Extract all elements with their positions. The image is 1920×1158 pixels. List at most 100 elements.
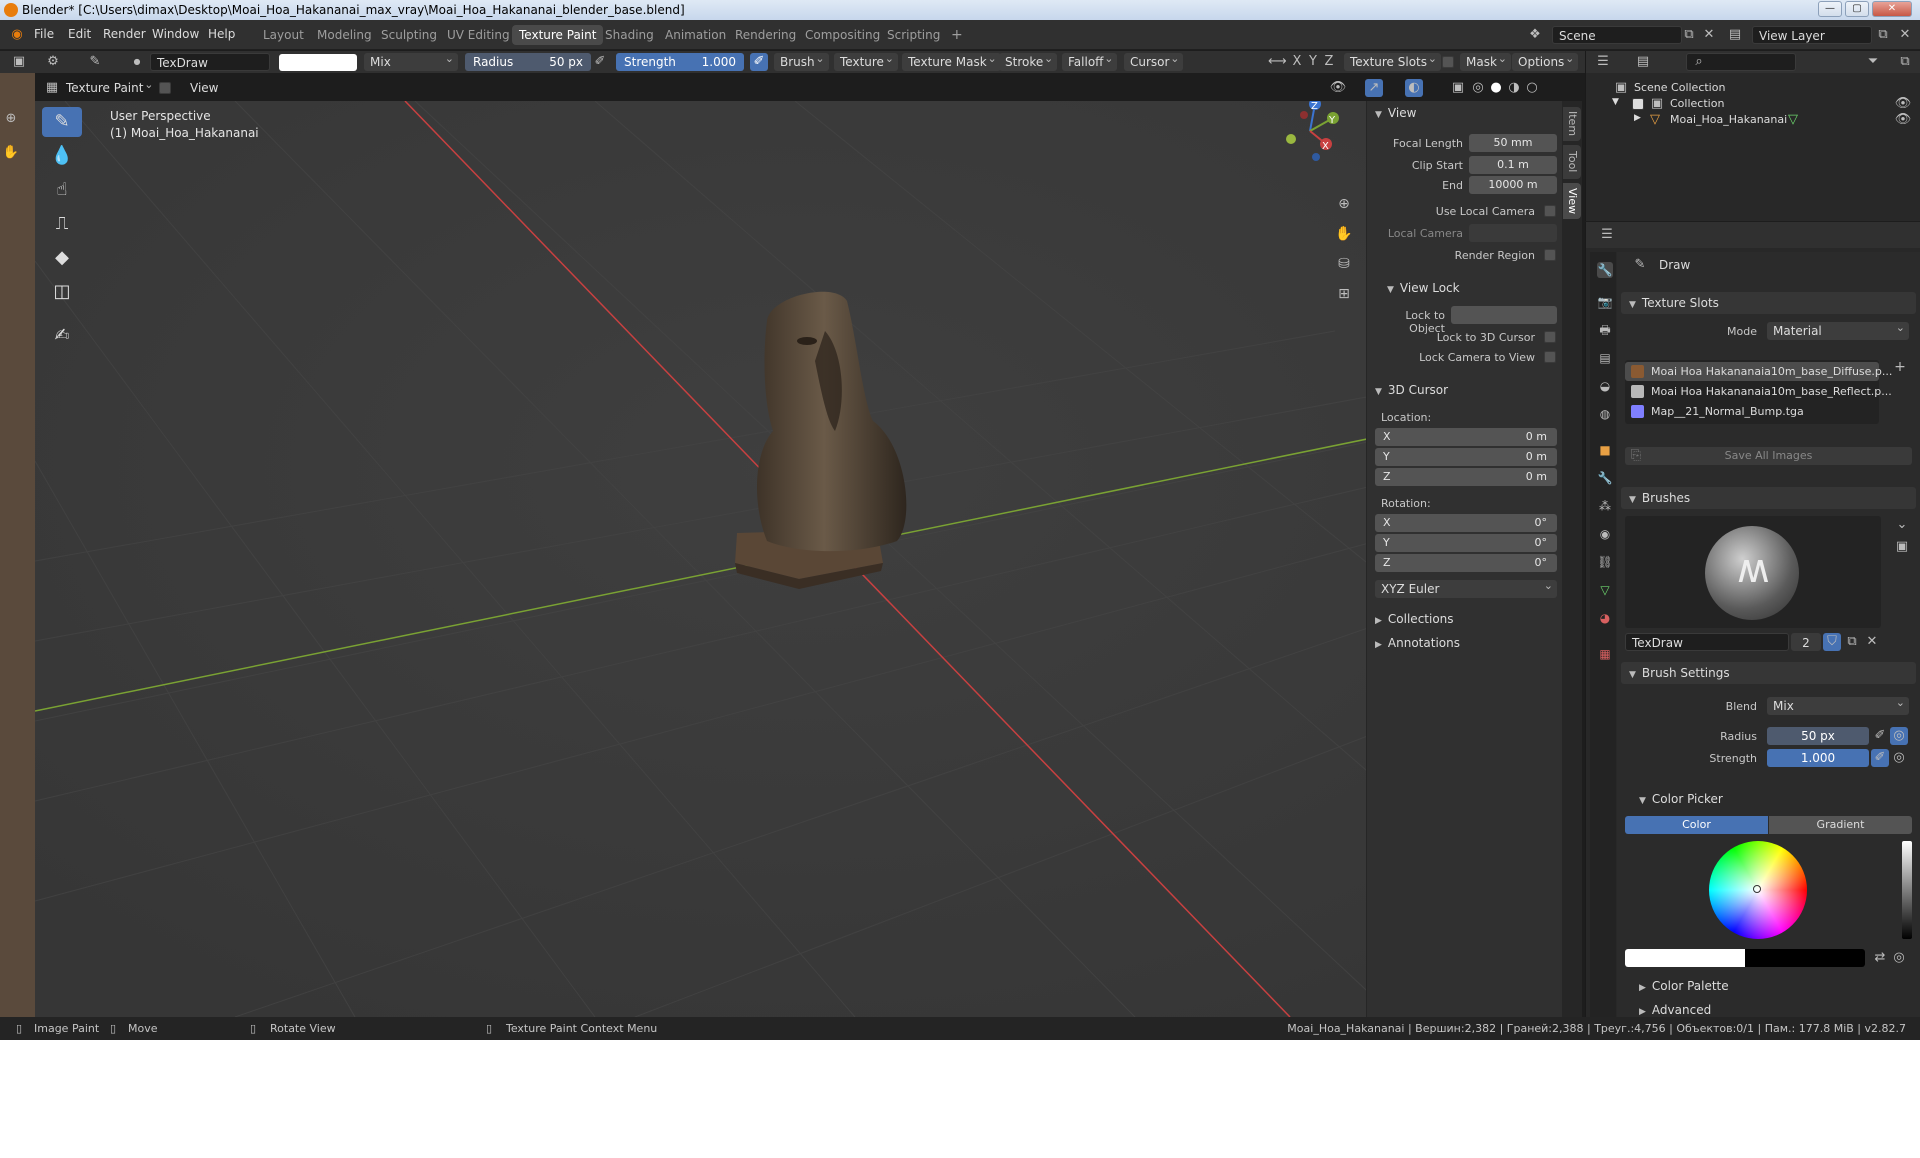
brush-radius-unified-icon[interactable]: ◎ — [1890, 727, 1908, 745]
tab-tool[interactable]: Tool — [1563, 145, 1581, 179]
clip-end-field[interactable]: 10000 m — [1469, 176, 1557, 194]
world-tab-icon[interactable]: ◍ — [1597, 406, 1613, 422]
3d-cursor-section-header[interactable]: ▼ 3D Cursor — [1375, 383, 1448, 397]
menu-brush[interactable]: Brush — [774, 50, 829, 71]
brush-users-count[interactable]: 2 — [1791, 633, 1821, 651]
unlink-brush-icon[interactable]: ✕ — [1863, 633, 1881, 651]
texture-slot-1-name[interactable]: Moai Hoa Hakananaia10m_base_Reflect.p... — [1651, 385, 1892, 398]
duplicate-brush-icon[interactable]: ⧉ — [1843, 633, 1861, 651]
view-menu[interactable]: View — [190, 81, 218, 95]
use-local-camera-checkbox[interactable] — [1544, 205, 1556, 217]
texture-tab-icon[interactable]: ▦ — [1597, 646, 1613, 662]
close-window-button[interactable]: ✕ — [1872, 1, 1912, 17]
menu-falloff[interactable]: Falloff — [1062, 50, 1118, 71]
cursor-rotation-y[interactable]: Y 0° — [1375, 534, 1557, 552]
tab-rendering[interactable]: Rendering — [728, 25, 803, 45]
tab-scripting[interactable]: Scripting — [880, 25, 947, 45]
texture-slots-section-header[interactable]: ▼ Texture Slots — [1621, 292, 1916, 314]
options-dropdown[interactable]: Options — [1512, 50, 1579, 71]
view-layer-tab-icon[interactable]: ▤ — [1597, 350, 1613, 366]
color-unified-icon[interactable]: ◎ — [1890, 949, 1908, 967]
swap-colors-icon[interactable]: ⇄ — [1871, 949, 1889, 967]
delete-scene-icon[interactable]: ✕ — [1700, 26, 1718, 44]
brush-strength-unified-icon[interactable]: ◎ — [1890, 749, 1908, 767]
cursor-location-z[interactable]: Z0 m — [1375, 468, 1557, 486]
clone-tool-icon[interactable]: ⎍ — [42, 209, 82, 239]
outliner-object[interactable]: Moai_Hoa_Hakananai — [1670, 113, 1787, 126]
camera-view-icon[interactable]: ⛁ — [1335, 255, 1353, 273]
tab-layout[interactable]: Layout — [256, 25, 311, 45]
brush-preview-area[interactable]: ʍ — [1625, 516, 1881, 628]
tab-view[interactable]: View — [1563, 183, 1581, 219]
render-region-checkbox[interactable] — [1544, 249, 1556, 261]
radius-slider[interactable]: Radius 50 px — [465, 53, 591, 71]
color-wheel[interactable] — [1709, 841, 1807, 939]
strength-slider[interactable]: Strength 1.000 — [616, 53, 744, 71]
color-tab[interactable]: Color — [1625, 816, 1768, 834]
paint-mask-toggle[interactable] — [159, 82, 171, 94]
output-tab-icon[interactable]: 🖶 — [1597, 322, 1613, 338]
menu-cursor[interactable]: Cursor — [1124, 50, 1184, 71]
brush-settings-section-header[interactable]: ▼ Brush Settings — [1621, 662, 1916, 684]
mode-dropdown[interactable]: Texture Paint — [60, 76, 157, 97]
fake-user-shield-icon[interactable]: ⛉ — [1823, 633, 1841, 651]
brushes-section-header[interactable]: ▼ Brushes — [1621, 487, 1916, 509]
pan-hand-icon[interactable]: ✋ — [1335, 225, 1353, 243]
mask-checkbox[interactable] — [1442, 56, 1454, 68]
fill-tool-icon[interactable]: ◆ — [42, 243, 82, 273]
tab-modeling[interactable]: Modeling — [310, 25, 379, 45]
mirror-z-toggle[interactable]: Z — [1320, 53, 1338, 71]
image-editor-zoom-icon[interactable]: ⊕ — [2, 110, 20, 128]
navigation-gizmo[interactable] — [1270, 101, 1350, 171]
brush-strength-pressure-icon[interactable]: ✐ — [1871, 749, 1889, 767]
zoom-icon[interactable]: ⊕ — [1335, 195, 1353, 213]
view-layer-field[interactable]: View Layer — [1752, 26, 1872, 44]
annotate-tool-icon[interactable]: ✍ — [42, 321, 82, 351]
render-tab-icon[interactable]: 📷 — [1597, 294, 1613, 310]
tab-sculpting[interactable]: Sculpting — [374, 25, 444, 45]
visibility-icon[interactable]: 👁 — [1329, 79, 1347, 97]
minimize-button[interactable]: — — [1818, 1, 1842, 17]
outliner-editor-icon[interactable]: ☰ — [1594, 53, 1612, 71]
physics-tab-icon[interactable]: ◉ — [1597, 526, 1613, 542]
blender-menu-icon[interactable]: ◉ — [8, 26, 26, 44]
object-expand-arrow[interactable]: ▶ — [1634, 113, 1641, 123]
gizmo-toggle-icon[interactable]: ↗ — [1365, 79, 1383, 97]
annotations-section-header[interactable]: ▶ Annotations — [1375, 636, 1460, 650]
shading-material-icon[interactable]: ◑ — [1505, 79, 1523, 97]
xray-toggle-icon[interactable]: ▣ — [1449, 79, 1467, 97]
symmetry-icon[interactable]: ⟷ — [1268, 53, 1287, 71]
active-tool-tab-icon[interactable]: 🔧 — [1597, 262, 1613, 278]
menu-window[interactable]: Window — [152, 27, 199, 41]
texture-slot-2-name[interactable]: Map__21_Normal_Bump.tga — [1651, 405, 1804, 418]
texture-mode-dropdown[interactable]: Material — [1767, 319, 1909, 340]
color-wheel-cursor[interactable] — [1753, 885, 1761, 893]
properties-editor-icon[interactable]: ☰ — [1598, 226, 1616, 244]
data-tab-icon[interactable]: ▽ — [1597, 582, 1613, 598]
new-scene-icon[interactable]: ⧉ — [1680, 26, 1698, 44]
scene-tab-icon[interactable]: ◒ — [1597, 378, 1613, 394]
add-workspace-button[interactable]: + — [944, 25, 970, 45]
object-tab-icon[interactable]: ■ — [1597, 442, 1613, 458]
maximize-button[interactable]: ▢ — [1845, 1, 1869, 17]
strength-pressure-icon[interactable]: ✐ — [750, 53, 768, 71]
brush-radius-pressure-icon[interactable]: ✐ — [1871, 727, 1889, 745]
menu-texture[interactable]: Texture — [834, 50, 898, 71]
shading-wireframe-icon[interactable]: ◎ — [1469, 79, 1487, 97]
menu-edit[interactable]: Edit — [68, 27, 91, 41]
collections-section-header[interactable]: ▶ Collections — [1375, 612, 1454, 626]
brush-blend-dropdown[interactable]: Mix — [1767, 694, 1909, 715]
tab-shading[interactable]: Shading — [598, 25, 661, 45]
tab-uv-editing[interactable]: UV Editing — [440, 25, 517, 45]
focal-length-field[interactable]: 50 mm — [1469, 134, 1557, 152]
menu-file[interactable]: File — [34, 27, 54, 41]
3d-viewport[interactable]: User Perspective (1) Moai_Hoa_Hakananai … — [35, 101, 1563, 1017]
cursor-location-x[interactable]: X0 m — [1375, 428, 1557, 446]
shading-rendered-icon[interactable]: ○ — [1523, 79, 1541, 97]
radius-pressure-icon[interactable]: ✐ — [591, 53, 609, 71]
new-collection-icon[interactable]: ⧉ — [1896, 53, 1914, 71]
new-view-layer-icon[interactable]: ⧉ — [1874, 26, 1892, 44]
object-visibility-icon[interactable]: 👁 — [1894, 111, 1912, 129]
local-camera-field[interactable] — [1469, 224, 1557, 242]
cursor-rotation-z[interactable]: Z 0° — [1375, 554, 1557, 572]
